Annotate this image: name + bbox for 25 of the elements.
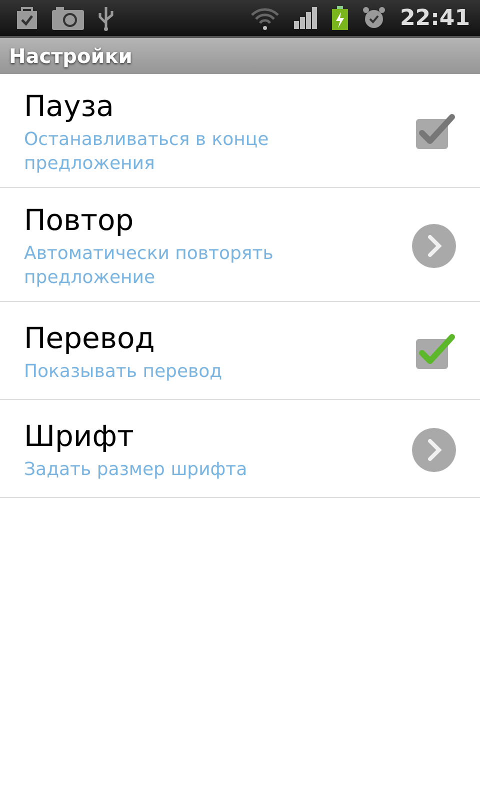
setting-summary: Останавливаться в конце предложения [24,128,270,176]
camera-icon [52,6,84,30]
signal-icon [294,7,318,29]
settings-row[interactable]: Шрифт Задать размер шрифта [0,400,480,498]
settings-row[interactable]: Повтор Автоматически повторять предложение [0,188,480,302]
setting-summary: Задать размер шрифта [24,458,248,482]
clock-time: 22:41 [400,6,470,30]
chevron-right-icon[interactable] [412,428,456,472]
chevron-right-icon[interactable] [412,224,456,268]
alarm-clock-icon [362,6,386,30]
setting-summary: Показывать перевод [24,360,224,384]
screen-title: Настройки [9,44,132,68]
usb-icon [98,5,114,31]
checkbox[interactable] [414,333,456,371]
setting-title: Повтор [24,202,135,238]
settings-row[interactable]: Перевод Показывать перевод [0,302,480,400]
setting-title: Пауза [24,88,115,124]
setting-title: Шрифт [24,418,135,454]
checkbox[interactable] [414,113,456,151]
bag-check-icon [16,6,38,30]
settings-row[interactable]: Пауза Останавливаться в конце предложения [0,74,480,188]
battery-charging-icon [332,6,348,30]
setting-summary: Автоматически повторять предложение [24,242,274,290]
wifi-icon [250,6,280,30]
setting-title: Перевод [24,320,156,356]
